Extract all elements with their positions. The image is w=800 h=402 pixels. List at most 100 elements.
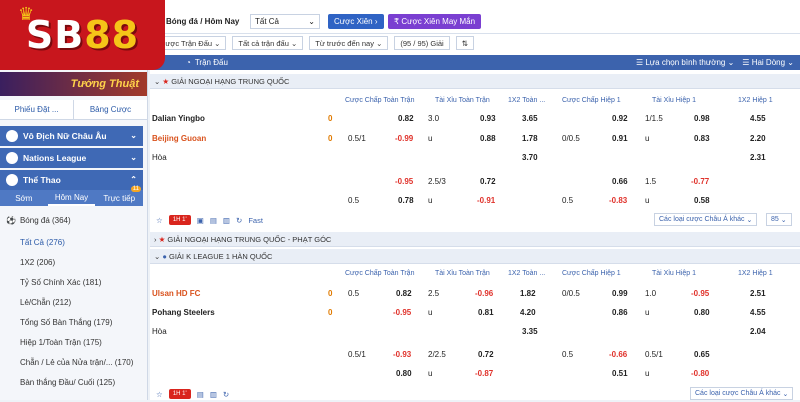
- odds[interactable]: 2.04: [750, 327, 766, 336]
- odds[interactable]: 0.83: [694, 134, 710, 143]
- sort-icon[interactable]: ⇅: [455, 36, 475, 50]
- odds[interactable]: 0.58: [694, 196, 710, 205]
- match-filter[interactable]: Tất cả trận đấu ⌄: [232, 36, 304, 50]
- other-markets-label: Các loại cược Châu Á khác: [695, 390, 781, 397]
- odds[interactable]: 0.72: [480, 177, 496, 186]
- section-nations-league[interactable]: Nations League ⌄: [0, 148, 143, 168]
- odds[interactable]: -0.95: [691, 289, 709, 298]
- odds[interactable]: 4.55: [750, 308, 766, 317]
- menu-item-first-last-goal[interactable]: Bàn thắng Đầu/ Cuối (125): [0, 372, 143, 392]
- chart-icon[interactable]: ▥: [223, 216, 230, 225]
- market-count-select[interactable]: 85 ⌄: [766, 213, 792, 226]
- live-time-badge: 1H 1': [168, 215, 191, 225]
- odds[interactable]: 0.82: [398, 114, 414, 123]
- odds[interactable]: 3.65: [522, 114, 538, 123]
- stream-icon[interactable]: ▣: [197, 216, 204, 225]
- odds[interactable]: -0.87: [475, 369, 493, 378]
- star-icon[interactable]: ☆: [156, 390, 163, 399]
- other-markets-select[interactable]: Các loại cược Châu Á khác ⌄: [654, 213, 758, 226]
- odds[interactable]: -0.77: [691, 177, 709, 186]
- odds[interactable]: 3.35: [522, 327, 538, 336]
- odds[interactable]: 0.81: [478, 308, 494, 317]
- odds[interactable]: -0.95: [395, 177, 413, 186]
- odds[interactable]: 0.91: [612, 134, 628, 143]
- menu-item-odd-even[interactable]: Lẻ/Chẵn (212): [0, 292, 143, 312]
- odds[interactable]: 2.51: [750, 289, 766, 298]
- team-home[interactable]: Ulsan HD FC: [152, 289, 200, 298]
- odds[interactable]: -0.95: [393, 308, 411, 317]
- lucky-icon: ₹: [394, 17, 400, 26]
- star-icon[interactable]: ☆: [156, 216, 163, 225]
- league-header[interactable]: ⌄ ● GIẢI K LEAGUE 1 HÀN QUỐC: [150, 249, 800, 264]
- odds[interactable]: 0.98: [694, 114, 710, 123]
- odds[interactable]: 2.20: [750, 134, 766, 143]
- menu-item-1x2[interactable]: 1X2 (206): [0, 252, 143, 272]
- odds[interactable]: 0.99: [612, 289, 628, 298]
- bet-list-tab[interactable]: Bảng Cược: [74, 100, 147, 119]
- section-womens-euro[interactable]: Vô Địch Nữ Châu Âu ⌄: [0, 126, 143, 146]
- fast-link[interactable]: Fast: [248, 216, 263, 225]
- other-markets-select[interactable]: Các loại cược Châu Á khác ⌄: [690, 387, 794, 400]
- alt-line-row: 0.80 u -0.87 0.51 u -0.80: [150, 365, 800, 383]
- odds[interactable]: -0.91: [477, 196, 495, 205]
- menu-item-all[interactable]: Tất Cả (276): [0, 232, 143, 252]
- odds-view-select[interactable]: ☰ Lựa chọn bình thường ⌄: [636, 58, 734, 67]
- parlay-button[interactable]: Cược Xiên ›: [328, 14, 384, 29]
- menu-item-half-odd-even[interactable]: Chẵn / Lẻ của Nửa trận/... (170): [0, 352, 143, 372]
- odds[interactable]: 0.65: [694, 350, 710, 359]
- league-count-filter[interactable]: (95 / 95) Giải: [394, 36, 450, 50]
- soccer-ball-icon: [6, 152, 18, 164]
- odds[interactable]: 0.72: [478, 350, 494, 359]
- sport-filter-select[interactable]: Tất Cả ⌄: [250, 14, 320, 29]
- tab-early[interactable]: Sớm: [0, 190, 48, 206]
- team-away[interactable]: Pohang Steelers: [152, 308, 215, 317]
- menu-item-total-goals[interactable]: Tổng Số Bàn Thắng (179): [0, 312, 143, 332]
- odds[interactable]: 0.66: [612, 177, 628, 186]
- odds[interactable]: -0.96: [475, 289, 493, 298]
- stats-icon[interactable]: ▤: [210, 216, 217, 225]
- league-header[interactable]: ⌄ ★ GIẢI NGOẠI HẠNG TRUNG QUỐC: [150, 74, 800, 89]
- menu-item-football[interactable]: ⚽ Bóng đá (364): [0, 210, 143, 230]
- odds[interactable]: 1.78: [522, 134, 538, 143]
- stats-icon[interactable]: ▤: [197, 390, 204, 399]
- team-away[interactable]: Beijing Guoan: [152, 134, 206, 143]
- bet-slip-tab[interactable]: Phiếu Đặt ...: [0, 100, 74, 119]
- live-time-badge: 1H 1': [168, 389, 191, 399]
- tab-live[interactable]: Trực tiếp 11: [95, 186, 143, 206]
- odds[interactable]: 0.86: [612, 308, 628, 317]
- odds[interactable]: 0.51: [612, 369, 628, 378]
- menu-item-correct-score[interactable]: Tỷ Số Chính Xác (181): [0, 272, 143, 292]
- odds[interactable]: 0.82: [396, 289, 412, 298]
- odds[interactable]: -0.66: [609, 350, 627, 359]
- odds[interactable]: -0.93: [393, 350, 411, 359]
- odds[interactable]: 0.93: [480, 114, 496, 123]
- odds[interactable]: -0.80: [691, 369, 709, 378]
- odds[interactable]: 0.88: [480, 134, 496, 143]
- odds[interactable]: 0.80: [694, 308, 710, 317]
- league-header[interactable]: › ★ GIẢI NGOẠI HẠNG TRUNG QUỐC - PHẠT GÓ…: [150, 232, 800, 247]
- odds[interactable]: -0.83: [609, 196, 627, 205]
- odds[interactable]: 0.78: [398, 196, 414, 205]
- odds[interactable]: 4.20: [520, 308, 536, 317]
- odds[interactable]: 3.70: [522, 153, 538, 162]
- lucky-parlay-button[interactable]: ₹ Cược Xiên May Mắn: [388, 14, 482, 29]
- live-commentary-banner[interactable]: Tướng Thuật: [0, 72, 147, 96]
- time-filter-label: Từ trước đến nay: [315, 38, 374, 48]
- odds[interactable]: 0.92: [612, 114, 628, 123]
- chart-icon[interactable]: ▥: [210, 390, 217, 399]
- team-home[interactable]: Dalian Yingbo: [152, 114, 205, 123]
- line-view-select[interactable]: ☰ Hai Dòng ⌄: [742, 58, 794, 67]
- odds[interactable]: 0.80: [396, 369, 412, 378]
- menu-item-half-full[interactable]: Hiệp 1/Toàn Trận (175): [0, 332, 143, 352]
- section-sports[interactable]: Thể Thao ⌃: [0, 170, 143, 190]
- refresh-icon[interactable]: ↻: [223, 390, 229, 399]
- odds[interactable]: -0.99: [395, 134, 413, 143]
- refresh-icon[interactable]: ↻: [236, 216, 242, 225]
- odds[interactable]: 1.82: [520, 289, 536, 298]
- brand-logo[interactable]: ♛ SB88: [0, 0, 165, 70]
- odds[interactable]: 2.31: [750, 153, 766, 162]
- time-filter[interactable]: Từ trước đến nay ⌄: [309, 36, 389, 50]
- odds[interactable]: 4.55: [750, 114, 766, 123]
- match-row-home: Ulsan HD FC 0 0.5 0.82 2.5 -0.96 1.82 0/…: [150, 285, 800, 303]
- tab-today[interactable]: Hôm Nay: [47, 190, 96, 206]
